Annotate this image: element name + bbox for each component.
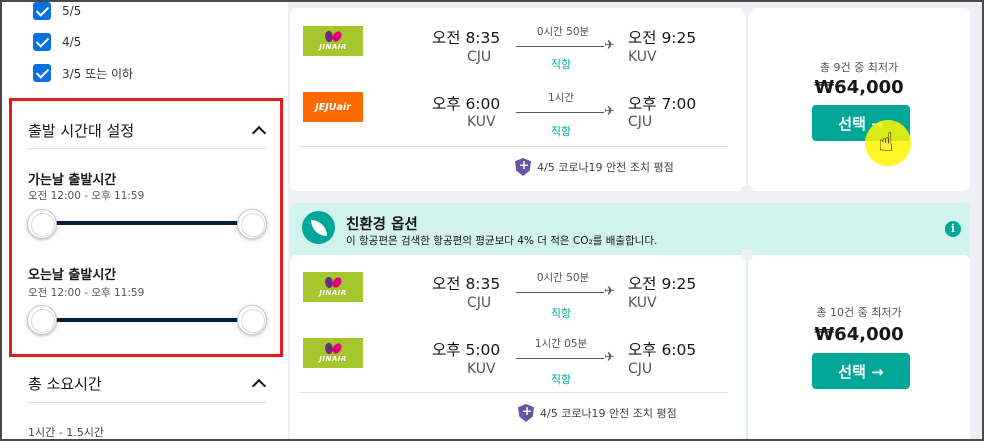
butterfly-icon [325,277,341,289]
flight-result-card[interactable]: JINAIR 오전 8:35 CJU 0시간 50분 ✈ 직항 오전 9:25 … [290,255,746,441]
divider [28,402,266,403]
jinair-logo: JINAIR [303,338,363,368]
departure-time: 오전 8:35 [432,29,501,47]
stops: 직항 [550,307,572,320]
flight-result-card[interactable]: JINAIR 오전 8:35 CJU 0시간 50분 ✈ 직항 오전 9:25 … [290,8,746,191]
price-panel: 총 10건 중 최저가 ₩64,000 선택 → [748,255,970,441]
covid-safety-rating[interactable]: 4/5 코로나19 안전 조치 평점 [518,404,677,422]
duration-range: 1시간 - 1.5시간 [28,426,104,439]
deal-count: 총 9건 중 최저가 [819,61,899,74]
route-line [516,292,604,293]
section-title: 총 소요시간 [28,375,102,393]
airline-name: JINAIR [319,43,347,51]
route-line [516,112,604,113]
rating-label: 3/5 또는 이하 [62,66,134,81]
departure-time: 오전 8:35 [432,275,501,293]
departure-code: CJU [467,49,492,65]
departure-code: KUV [467,114,496,130]
shield-icon [518,404,534,422]
highlight-annotation-box [9,98,283,357]
butterfly-icon [325,343,341,355]
covid-safety-rating[interactable]: 4/5 코로나19 안전 조치 평점 [515,158,674,176]
divider [300,392,728,393]
arrival-time: 오전 9:25 [628,275,697,293]
checkbox[interactable] [33,33,51,51]
ticket-notch [741,249,753,261]
checkbox[interactable] [33,2,51,20]
eco-description: 이 항공편은 검색한 항공편의 평균보다 4% 더 적은 CO₂를 배출합니다. [346,235,658,247]
info-icon[interactable]: i [945,221,961,237]
arrival-code: CJU [628,361,653,377]
departure-code: CJU [467,295,492,311]
leaf-icon [310,219,327,236]
price: ₩64,000 [814,77,904,98]
safety-text: 4/5 코로나19 안전 조치 평점 [540,407,677,420]
flight-duration: 1시간 05분 [534,338,588,350]
airline-name: JINAIR [319,289,347,297]
duration-header[interactable]: 총 소요시간 [28,373,268,394]
airline-name: JEJUair [315,101,351,113]
arrival-code: KUV [628,295,657,311]
ticket-notch [741,2,753,14]
select-button[interactable]: 선택 → [812,353,910,389]
rating-filter-5[interactable]: 5/5 [33,1,81,21]
price: ₩64,000 [814,324,904,345]
arrival-code: KUV [628,49,657,65]
jejuair-logo: JEJUair [303,92,363,122]
deal-count: 총 10건 중 최저가 [816,306,902,319]
plane-icon: ✈ [604,38,615,53]
route-line [516,46,604,47]
airline-name: JINAIR [319,355,347,363]
hand-cursor-icon: ☝ [878,128,894,158]
jinair-logo: JINAIR [303,272,363,302]
plane-icon: ✈ [604,350,615,365]
safety-text: 4/5 코로나19 안전 조치 평점 [537,161,674,174]
arrival-time: 오후 6:05 [628,341,697,359]
departure-time: 오후 5:00 [432,341,501,359]
plane-icon: ✈ [604,104,615,119]
chevron-up-icon[interactable] [251,378,267,394]
flight-duration: 0시간 50분 [536,272,590,284]
jinair-logo: JINAIR [303,26,363,56]
arrival-code: CJU [628,114,653,130]
leaf-badge [302,211,335,244]
rating-label: 5/5 [62,4,82,18]
flight-duration: 0시간 50분 [536,26,590,38]
divider [300,146,728,147]
eco-title: 친환경 옵션 [346,217,418,233]
route-line [516,358,604,359]
rating-filter-3-or-less[interactable]: 3/5 또는 이하 [33,63,133,83]
ticket-notch [741,185,753,197]
price-panel: 총 9건 중 최저가 ₩64,000 선택 → [748,8,970,191]
shield-icon [515,158,531,176]
arrival-time: 오전 9:25 [628,29,697,47]
stops: 직항 [550,125,572,138]
flight-duration: 1시간 [547,92,574,104]
plane-icon: ✈ [604,284,615,299]
butterfly-icon [325,31,341,43]
departure-code: KUV [467,361,496,377]
rating-label: 4/5 [62,35,82,49]
stops: 직항 [550,58,572,71]
stops: 직항 [550,373,572,386]
arrival-time: 오후 7:00 [628,95,697,113]
departure-time: 오후 6:00 [432,95,501,113]
checkbox[interactable] [33,64,51,82]
rating-filter-4[interactable]: 4/5 [33,32,81,52]
